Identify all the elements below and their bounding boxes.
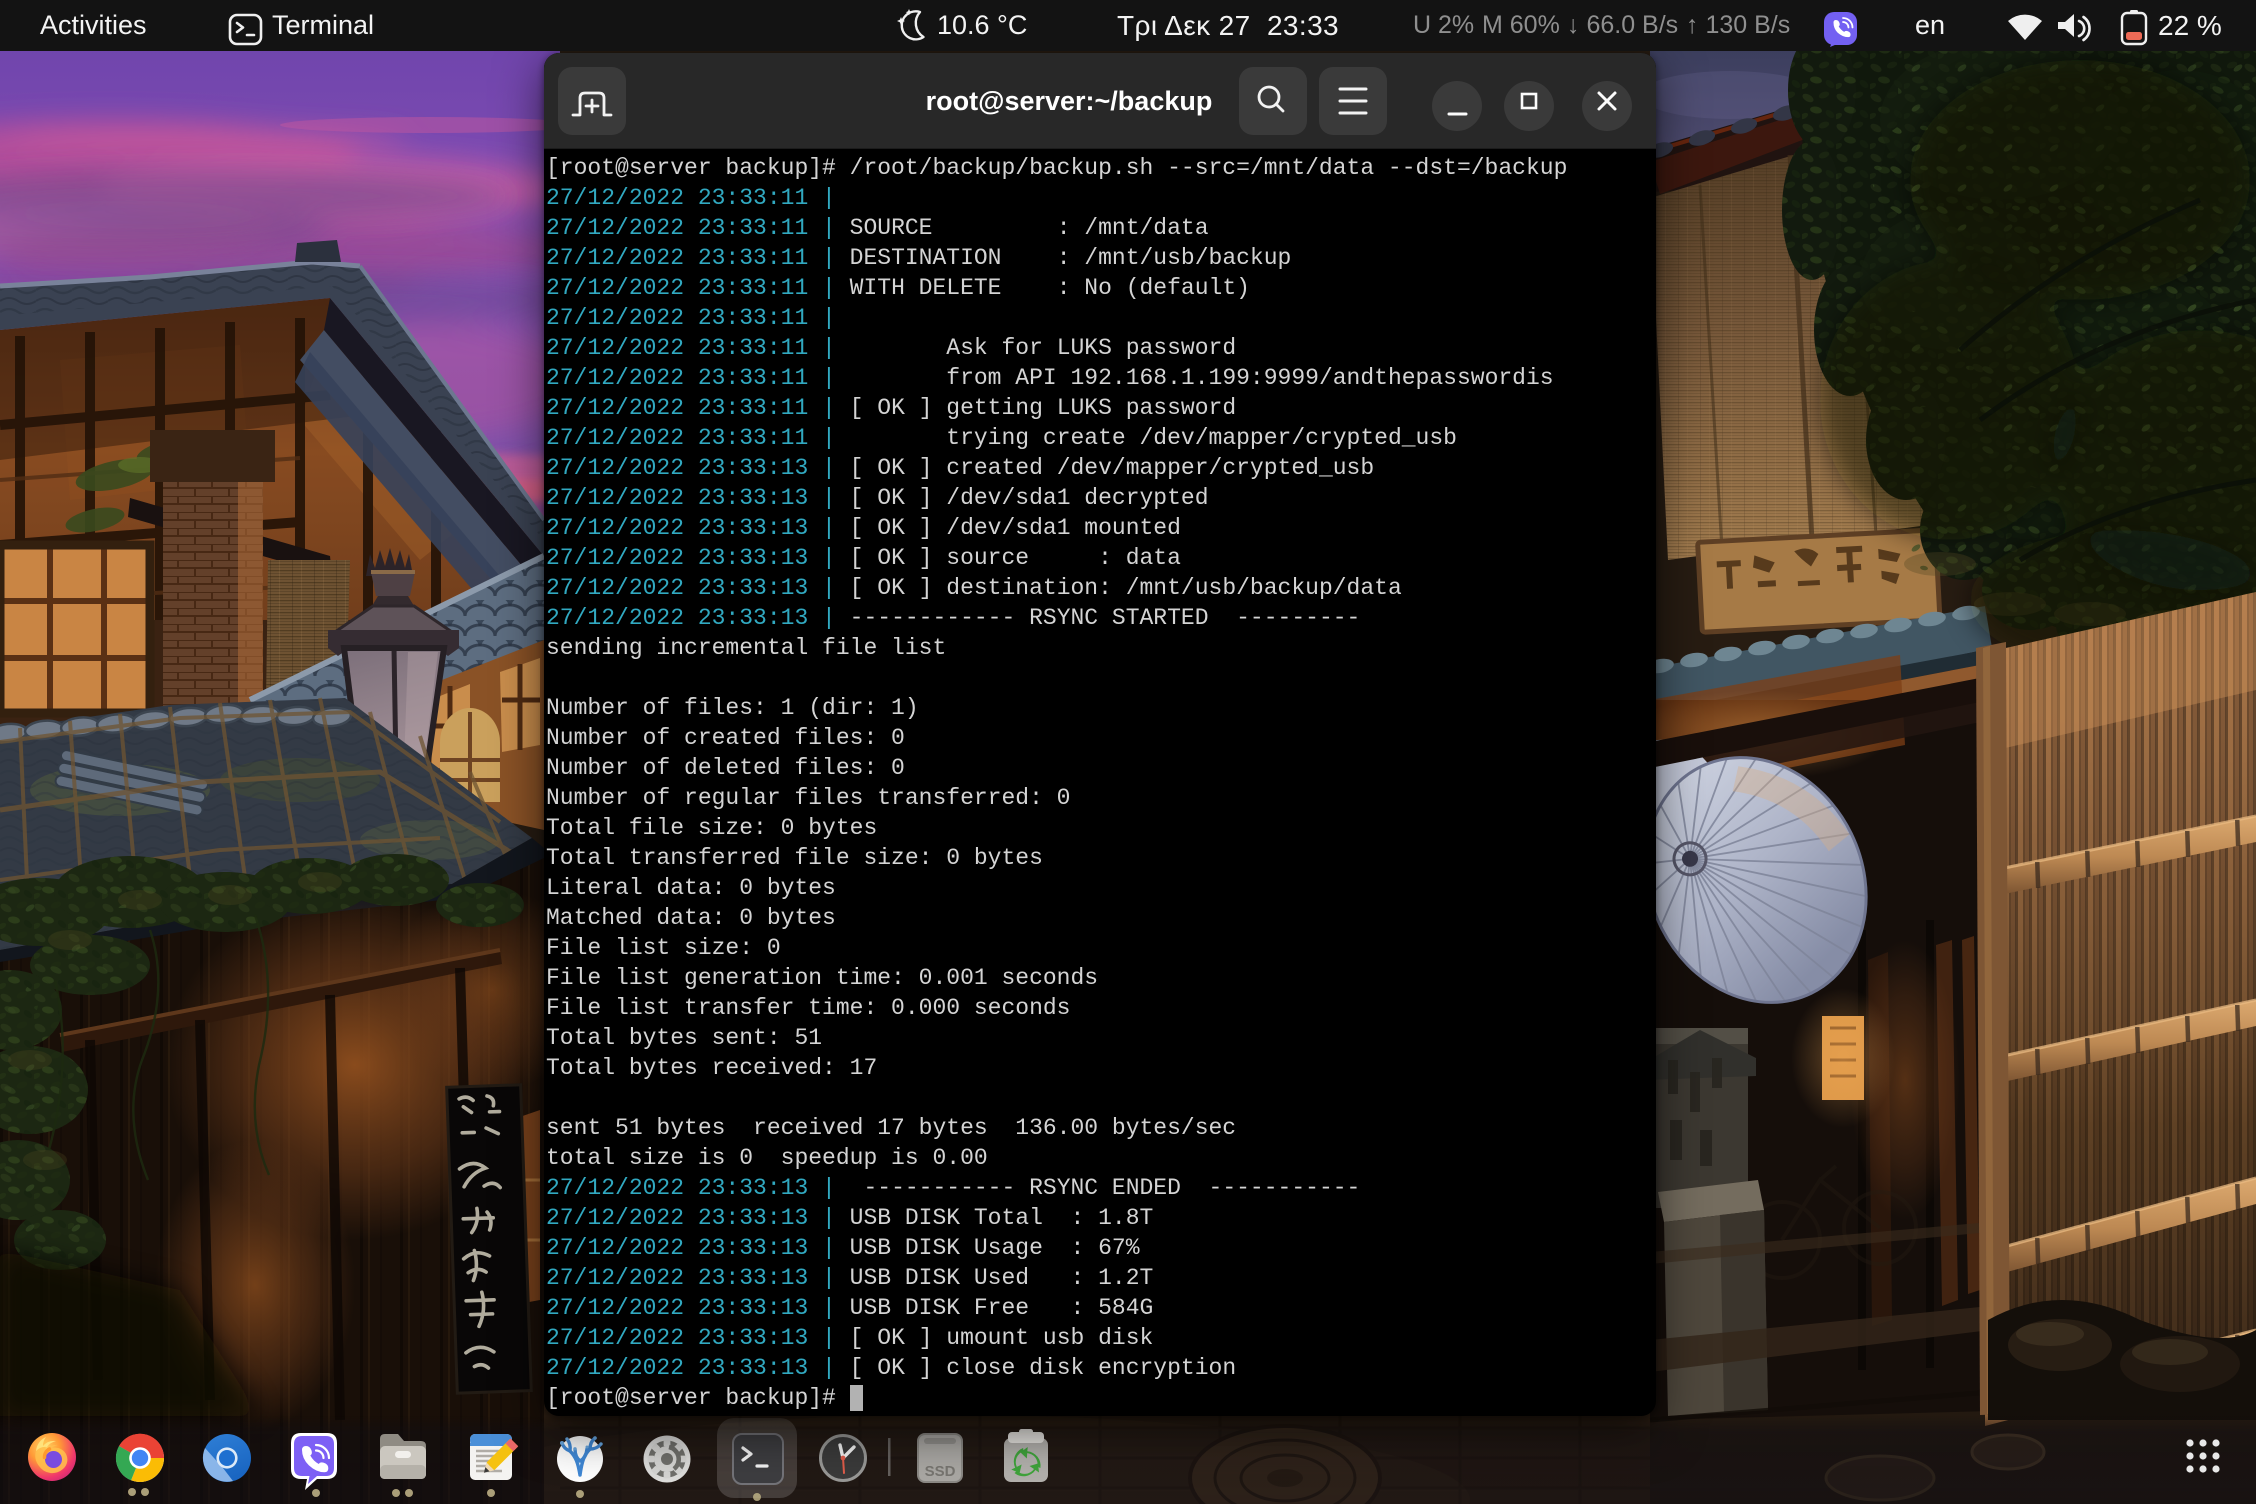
svg-text:SSD: SSD xyxy=(925,1463,956,1480)
